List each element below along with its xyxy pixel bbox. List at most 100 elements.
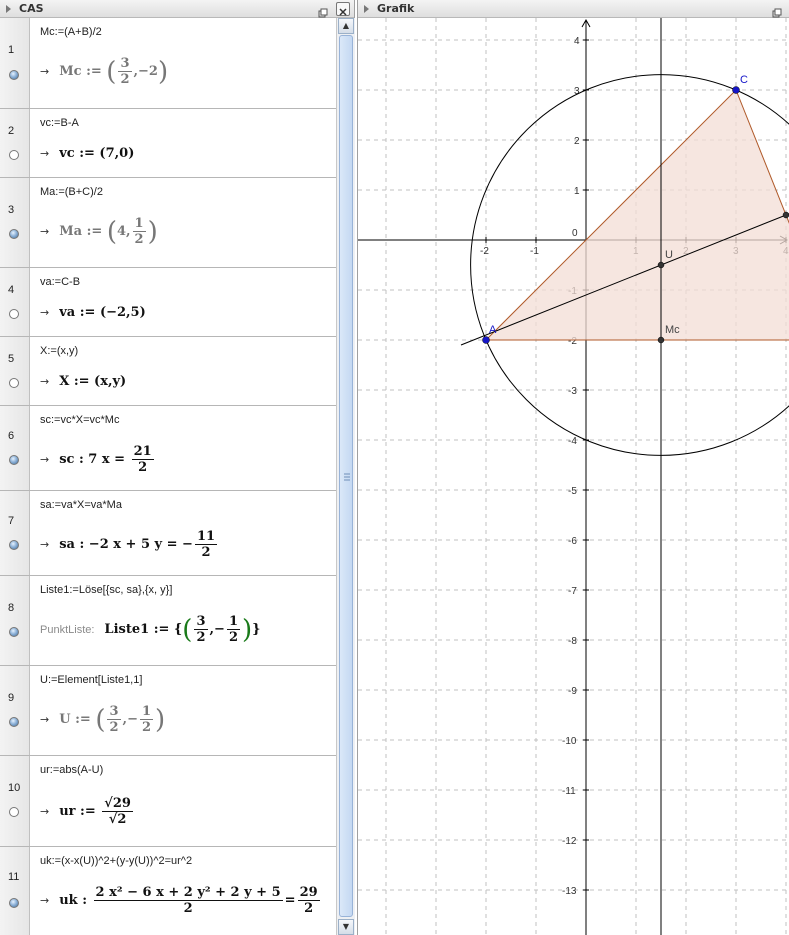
row-header[interactable]: 3	[0, 178, 30, 267]
cas-title: CAS	[19, 2, 44, 15]
cas-row[interactable]: 11 uk:=(x-x(U))^2+(y-y(U))^2=ur^2 → uk :…	[0, 847, 336, 935]
arrow-icon: →	[40, 538, 50, 551]
row-header[interactable]: 11	[0, 847, 30, 935]
row-output: → U := ( 3 2, − 12 )	[40, 704, 166, 735]
output-name: Ma	[59, 224, 83, 239]
collapse-triangle-icon[interactable]	[6, 4, 11, 13]
arrow-icon: →	[40, 147, 50, 160]
cas-row[interactable]: 5 X:=(x,y) → X := (x,y)	[0, 337, 336, 406]
output-lhs: sc : 7 x =	[59, 452, 126, 467]
row-number: 1	[8, 44, 15, 56]
cas-row[interactable]: 4 va:=C-B → va := (−2,5)	[0, 268, 336, 337]
arrow-icon: →	[40, 713, 50, 726]
row-number: 4	[8, 284, 15, 296]
row-input[interactable]: U:=Element[Liste1,1]	[40, 674, 142, 686]
scroll-down-icon[interactable]: ▼	[338, 919, 354, 935]
vertical-scrollbar[interactable]: ▲ ▼	[336, 18, 355, 935]
row-header[interactable]: 5	[0, 337, 30, 405]
assign-op: :=	[86, 224, 103, 239]
row-header[interactable]: 2	[0, 109, 30, 177]
output-name: Mc	[59, 64, 82, 79]
y-tick-label: 1	[574, 186, 580, 197]
row-input[interactable]: Mc:=(A+B)/2	[40, 26, 102, 38]
row-header[interactable]: 9	[0, 666, 30, 755]
visibility-toggle-icon[interactable]	[9, 717, 19, 727]
y-tick-label: -11	[562, 786, 576, 797]
cas-row[interactable]: 9 U:=Element[Liste1,1] → U := ( 3 2, − 12 …	[0, 666, 336, 756]
cas-row[interactable]: 1 Mc:=(A+B)/2 → Mc := ( 32 , −2 )	[0, 18, 336, 109]
row-output: → sa : −2 x + 5 y = − 11 2	[40, 529, 219, 560]
output-name: U	[59, 712, 71, 727]
row-input[interactable]: uk:=(x-x(U))^2+(y-y(U))^2=ur^2	[40, 855, 192, 867]
row-input[interactable]: ur:=abs(A-U)	[40, 764, 103, 776]
cas-row[interactable]: 8 Liste1:=Löse[{sc, sa},{x, y}] PunktLis…	[0, 576, 336, 666]
collapse-triangle-icon[interactable]	[364, 4, 369, 13]
visibility-toggle-icon[interactable]	[9, 70, 19, 80]
fraction: 32	[107, 704, 121, 735]
row-output: → Mc := ( 32 , −2 )	[40, 56, 169, 87]
graphics-titlebar[interactable]: Grafik	[358, 0, 789, 18]
cas-row[interactable]: 6 sc:=vc*X=vc*Mc → sc : 7 x = 21 2	[0, 406, 336, 491]
graphics-view[interactable]: -2-11234504321-1-2-3-4-5-6-7-8-9-10-11-1…	[358, 18, 789, 935]
visibility-toggle-icon[interactable]	[9, 378, 19, 388]
row-input[interactable]: Liste1:=Löse[{sc, sa},{x, y}]	[40, 584, 172, 596]
point-ma	[782, 211, 789, 219]
row-output: → ur := √29 √2	[40, 796, 135, 827]
origin-label: 0	[572, 228, 578, 239]
y-tick-label: -10	[562, 736, 577, 747]
row-output: → uk : 2 x² − 6 x + 2 y² + 2 y + 52 = 29…	[40, 885, 322, 916]
cas-row[interactable]: 2 vc:=B-A → vc := (7,0)	[0, 109, 336, 178]
row-header[interactable]: 8	[0, 576, 30, 665]
output-value: vc := (7,0)	[59, 146, 135, 161]
paren-close: )	[157, 56, 169, 87]
row-header[interactable]: 7	[0, 491, 30, 575]
visibility-toggle-icon[interactable]	[9, 898, 19, 908]
visibility-toggle-icon[interactable]	[9, 807, 19, 817]
point-label: Mc	[665, 324, 680, 336]
arrow-icon: →	[40, 894, 50, 907]
visibility-toggle-icon[interactable]	[9, 150, 19, 160]
row-header[interactable]: 10	[0, 756, 30, 846]
row-header[interactable]: 4	[0, 268, 30, 336]
row-output: → va := (−2,5)	[40, 305, 146, 320]
y-tick-label: 2	[574, 136, 580, 147]
cas-row[interactable]: 10 ur:=abs(A-U) → ur := √29 √2	[0, 756, 336, 847]
output-name: Liste1	[104, 622, 150, 637]
row-input[interactable]: va:=C-B	[40, 276, 80, 288]
cas-titlebar[interactable]: CAS	[0, 0, 354, 18]
row-header[interactable]: 1	[0, 18, 30, 108]
y-tick-label: -8	[568, 636, 577, 647]
scroll-up-icon[interactable]: ▲	[338, 18, 354, 34]
output-lhs: uk :	[59, 893, 88, 908]
row-output: PunktListe: Liste1 := { ( 3 2, − 12 ) }	[40, 614, 261, 645]
point-u	[657, 261, 665, 269]
output-lhs: sa : −2 x + 5 y = −	[59, 537, 193, 552]
graphics-panel: Grafik -2-11234504321-1-2-3-4-5-6-7-8-9-…	[357, 0, 789, 935]
cas-row[interactable]: 3 Ma:=(B+C)/2 → Ma := ( 4, 12 )	[0, 178, 336, 268]
output-value: −2	[138, 64, 158, 79]
arrow-icon: →	[40, 225, 50, 238]
row-input[interactable]: Ma:=(B+C)/2	[40, 186, 103, 198]
fraction: 2 x² − 6 x + 2 y² + 2 y + 52	[93, 885, 283, 916]
visibility-toggle-icon[interactable]	[9, 455, 19, 465]
cas-row[interactable]: 7 sa:=va*X=va*Ma → sa : −2 x + 5 y = − 1…	[0, 491, 336, 576]
row-input[interactable]: sa:=va*X=va*Ma	[40, 499, 122, 511]
close-icon[interactable]	[336, 2, 350, 16]
point-label: A	[489, 324, 497, 336]
row-output: → sc : 7 x = 21 2	[40, 444, 156, 475]
row-header[interactable]: 6	[0, 406, 30, 490]
visibility-toggle-icon[interactable]	[9, 627, 19, 637]
row-input[interactable]: X:=(x,y)	[40, 345, 78, 357]
cas-panel: CAS 1 Mc:=(A+B)/2 → Mc := ( 32 , −2) 2 …	[0, 0, 355, 935]
row-number: 6	[8, 430, 15, 442]
visibility-toggle-icon[interactable]	[9, 540, 19, 550]
row-input[interactable]: vc:=B-A	[40, 117, 79, 129]
y-tick-label: -9	[568, 686, 577, 697]
row-input[interactable]: sc:=vc*X=vc*Mc	[40, 414, 119, 426]
fraction: 29 2	[297, 885, 320, 916]
scroll-thumb[interactable]	[339, 35, 353, 917]
visibility-toggle-icon[interactable]	[9, 309, 19, 319]
visibility-toggle-icon[interactable]	[9, 229, 19, 239]
paren-open: (	[106, 56, 117, 87]
fraction: 11 2	[194, 529, 218, 560]
